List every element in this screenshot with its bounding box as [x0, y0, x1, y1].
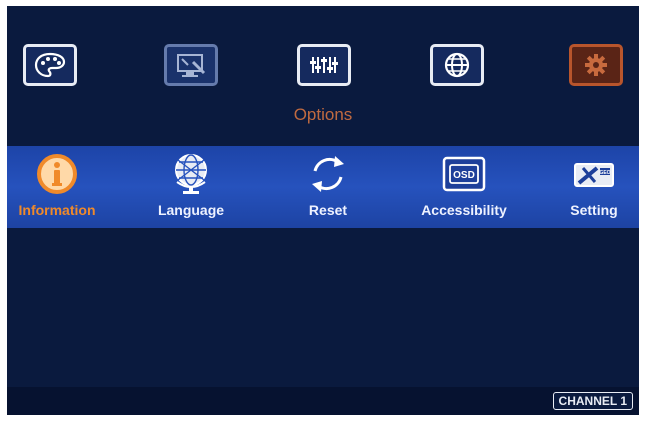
option-label: Setting — [570, 202, 618, 218]
menu-title: Options — [293, 105, 353, 124]
option-label: Language — [157, 202, 225, 218]
option-label: Information — [18, 202, 96, 218]
setting-icon-text: GEO — [599, 170, 610, 176]
option-language[interactable]: Language — [131, 146, 251, 228]
osd-icon-text: OSD — [453, 170, 475, 181]
osd-icon: OSD — [442, 152, 486, 196]
globe-icon — [169, 152, 213, 196]
option-accessibility[interactable]: OSD Accessibility — [404, 146, 524, 228]
option-setting[interactable]: GEO Setting — [534, 146, 639, 228]
option-information[interactable]: Information — [7, 146, 117, 228]
channel-badge: CHANNEL 1 — [552, 392, 633, 410]
options-menu: Information Language Reset OSD Accessibi… — [7, 146, 639, 228]
monitor-settings-icon[interactable] — [164, 44, 218, 86]
option-label: Accessibility — [421, 202, 507, 218]
info-icon — [36, 152, 78, 196]
top-menu-bar: Options — [7, 6, 639, 146]
globe-grid-icon[interactable] — [430, 44, 484, 86]
option-label: Reset — [308, 202, 348, 218]
osd-screen: Options Information Language Reset OSD A… — [7, 6, 639, 415]
reset-icon — [307, 152, 349, 196]
setting-tools-icon: GEO — [571, 152, 617, 196]
status-bar: CHANNEL 1 — [7, 387, 639, 415]
gear-icon[interactable] — [569, 44, 623, 86]
palette-icon[interactable] — [23, 44, 77, 86]
equalizer-icon[interactable] — [297, 44, 351, 86]
option-reset[interactable]: Reset — [268, 146, 388, 228]
